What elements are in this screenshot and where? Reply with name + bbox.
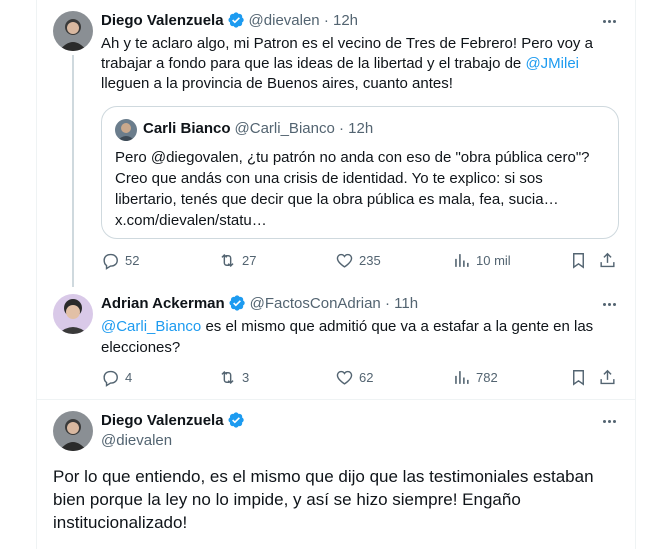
avatar[interactable]	[53, 411, 93, 451]
tweet-line: @Carli_Bianco es el mismo que admitió qu…	[101, 316, 621, 337]
more-options-icon[interactable]	[599, 294, 619, 314]
tweet-line-text: trabajar a fondo para que las ideas de l…	[101, 55, 526, 72]
dot-separator: ·	[334, 120, 349, 137]
like-count: 235	[359, 253, 381, 268]
quote-header: Carli Bianco @Carli_Bianco · 12h	[143, 120, 373, 137]
like-button[interactable]: 62	[335, 368, 373, 387]
thread-connector	[72, 55, 74, 287]
share-icon	[600, 252, 615, 268]
author-name[interactable]: Diego Valenzuela	[101, 12, 224, 29]
verified-badge-icon	[228, 294, 246, 312]
tweet-header: Diego Valenzuela	[101, 411, 249, 429]
tweet-header: Adrian Ackerman @FactosConAdrian · 11h	[101, 294, 418, 312]
tweet-line: elecciones?	[101, 339, 181, 356]
like-count: 62	[359, 370, 374, 385]
views-chart-icon	[455, 254, 469, 267]
share-button[interactable]	[598, 251, 617, 270]
reply-icon	[103, 253, 118, 270]
author-handle[interactable]: @FactosConAdrian	[250, 295, 381, 312]
retweet-button[interactable]: 27	[218, 251, 256, 270]
author-handle[interactable]: @dievalen	[249, 12, 320, 29]
tweet-subheader: @dievalen	[101, 432, 172, 449]
author-name[interactable]: Diego Valenzuela	[101, 412, 224, 429]
views-button[interactable]: 10 mil	[452, 251, 511, 270]
divider	[37, 399, 635, 400]
verified-badge-icon	[227, 411, 245, 429]
tweet-actions: 52 27 235 10 mil	[101, 251, 621, 273]
quote-timestamp: 12h	[348, 120, 374, 137]
tweet-text: Por lo que entiendo, es el mismo que dij…	[53, 465, 633, 534]
tweet-line: trabajar a fondo para que las ideas de l…	[101, 54, 621, 74]
view-count: 782	[476, 370, 498, 385]
verified-badge-icon	[227, 11, 245, 29]
tweet-line-text: es el mismo que admitió que va a estafar…	[201, 318, 594, 335]
view-count: 10 mil	[476, 253, 511, 268]
mention-link[interactable]: @JMilei	[525, 55, 579, 72]
reply-count: 52	[125, 253, 140, 268]
bookmark-button[interactable]	[569, 368, 588, 387]
share-icon	[600, 369, 615, 385]
tweet-line: institucionalizado!	[53, 513, 188, 532]
tweet-actions: 4 3 62 782	[101, 368, 621, 390]
retweet-icon	[221, 370, 234, 385]
tweet-line: Ah y te aclaro algo, mi Patron es el vec…	[101, 35, 593, 52]
reply-button[interactable]: 4	[101, 368, 132, 387]
bookmark-icon	[573, 253, 584, 269]
share-button[interactable]	[598, 368, 617, 387]
timestamp[interactable]: 12h	[333, 12, 358, 29]
tweet-text: @Carli_Bianco es el mismo que admitió qu…	[101, 316, 621, 358]
more-options-icon[interactable]	[599, 11, 619, 31]
tweet-line: lleguen a la provincia de Buenos aires, …	[101, 75, 453, 92]
retweet-button[interactable]: 3	[218, 368, 249, 387]
quote-line: Pero @diegovalen, ¿tu patrón no anda con…	[115, 149, 590, 166]
tweet-line: Por lo que entiendo, es el mismo que dij…	[53, 467, 594, 486]
author-handle[interactable]: @dievalen	[101, 432, 172, 449]
quote-text: Pero @diegovalen, ¿tu patrón no anda con…	[115, 147, 610, 231]
author-name[interactable]: Adrian Ackerman	[101, 295, 225, 312]
mention-link[interactable]: @Carli_Bianco	[101, 318, 201, 335]
quote-link[interactable]: x.com/dievalen/statu…	[115, 210, 610, 231]
tweet-header: Diego Valenzuela @dievalen · 12h	[101, 11, 358, 29]
bookmark-button[interactable]	[569, 251, 588, 270]
quoted-tweet[interactable]: Carli Bianco @Carli_Bianco · 12h Pero @d…	[101, 106, 619, 239]
views-button[interactable]: 782	[452, 368, 498, 387]
bookmark-icon	[573, 370, 584, 386]
retweet-count: 27	[242, 253, 257, 268]
quote-line: Creo que andás con una crisis de identid…	[115, 170, 543, 187]
avatar[interactable]	[53, 11, 93, 51]
reply-icon	[103, 370, 118, 387]
like-button[interactable]: 235	[335, 251, 381, 270]
quote-author-handle: @Carli_Bianco	[234, 120, 335, 137]
timestamp[interactable]: 11h	[394, 295, 418, 312]
reply-button[interactable]: 52	[101, 251, 139, 270]
quote-author-name: Carli Bianco	[143, 120, 231, 137]
dot-separator: ·	[380, 294, 395, 312]
dot-separator: ·	[319, 11, 333, 29]
reply-count: 4	[125, 370, 133, 385]
quote-avatar	[115, 119, 137, 141]
quote-line: libertario, tenés que decir que la obra …	[115, 191, 559, 208]
tweet-line: bien porque la ley no lo impide, y así s…	[53, 490, 521, 509]
tweet-text: Ah y te aclaro algo, mi Patron es el vec…	[101, 34, 621, 94]
more-options-icon[interactable]	[599, 411, 619, 431]
retweet-count: 3	[242, 370, 250, 385]
heart-icon	[336, 253, 353, 268]
heart-icon	[336, 370, 353, 385]
retweet-icon	[221, 253, 234, 268]
avatar[interactable]	[53, 294, 93, 334]
views-chart-icon	[455, 371, 469, 384]
